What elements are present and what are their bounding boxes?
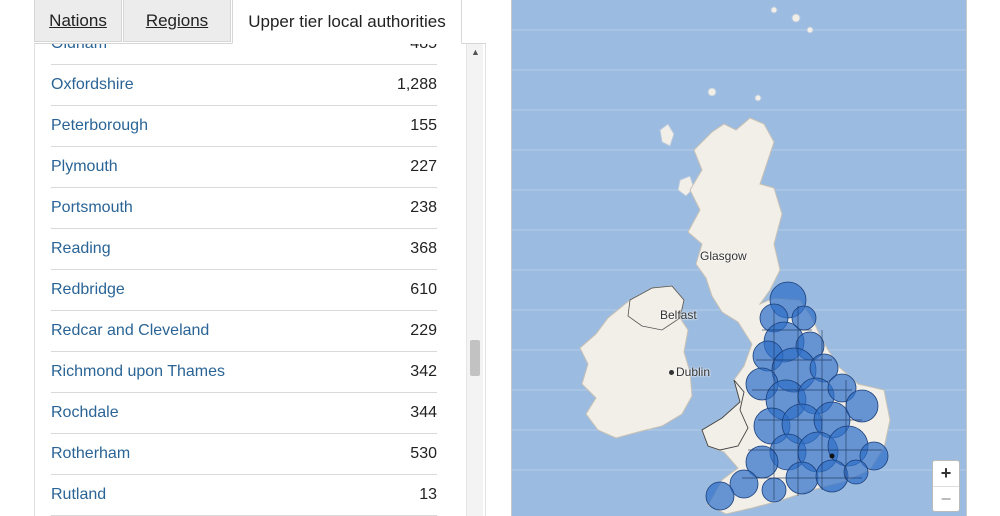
case-count: 229: [410, 322, 437, 339]
case-count: 342: [410, 363, 437, 380]
tab-regions[interactable]: Regions: [123, 0, 231, 42]
authority-name-link[interactable]: Rochdale: [51, 404, 119, 422]
case-count: 485: [410, 44, 437, 53]
table-row[interactable]: Redcar and Cleveland 229: [51, 311, 437, 352]
table-row[interactable]: Peterborough 155: [51, 106, 437, 147]
authority-name-link[interactable]: Reading: [51, 240, 111, 258]
authority-name-link[interactable]: Portsmouth: [51, 199, 133, 217]
table-row[interactable]: Rotherham 530: [51, 434, 437, 475]
zoom-in-button[interactable]: +: [933, 461, 959, 486]
table-row[interactable]: Redbridge 610: [51, 270, 437, 311]
left-panel: Nations Regions Upper tier local authori…: [0, 0, 486, 516]
table-row[interactable]: Portsmouth 238: [51, 188, 437, 229]
case-count: 368: [410, 240, 437, 257]
table-row[interactable]: Richmond upon Thames 342: [51, 352, 437, 393]
authorities-list[interactable]: Oldham 485 Oxfordshire 1,288 Peterborough 155…: [34, 44, 486, 516]
case-count: 610: [410, 281, 437, 298]
authority-name-link[interactable]: Redcar and Cleveland: [51, 322, 209, 340]
table-row[interactable]: Reading 368: [51, 229, 437, 270]
case-count: 155: [410, 117, 437, 134]
authority-name-link[interactable]: Oldham: [51, 44, 107, 53]
table-row[interactable]: Plymouth 227: [51, 147, 437, 188]
case-count: 238: [410, 199, 437, 216]
case-count: 1,288: [396, 76, 437, 93]
table-row[interactable]: Oldham 485: [51, 44, 437, 65]
dublin-dot-icon: [669, 370, 674, 375]
authority-name-link[interactable]: Peterborough: [51, 117, 148, 135]
case-count: 530: [410, 445, 437, 462]
list-scrollbar[interactable]: ▲: [466, 44, 483, 516]
cases-map[interactable]: Glasgow Belfast Dublin: [511, 0, 967, 516]
table-row[interactable]: Rutland 13: [51, 475, 437, 516]
scroll-up-arrow-icon[interactable]: ▲: [467, 44, 484, 60]
zoom-out-button[interactable]: −: [933, 486, 959, 511]
scrollbar-thumb[interactable]: [470, 340, 480, 376]
table-row[interactable]: Oxfordshire 1,288: [51, 65, 437, 106]
tab-nations[interactable]: Nations: [34, 0, 122, 42]
case-count: 13: [419, 486, 437, 503]
authority-name-link[interactable]: Oxfordshire: [51, 76, 134, 94]
authority-name-link[interactable]: Rutland: [51, 486, 106, 504]
authority-name-link[interactable]: Plymouth: [51, 158, 118, 176]
case-count: 344: [410, 404, 437, 421]
map-canvas[interactable]: [512, 0, 967, 516]
case-count: 227: [410, 158, 437, 175]
authority-name-link[interactable]: Rotherham: [51, 445, 130, 463]
page-margin: [968, 0, 1000, 516]
tab-upper-tier-local-authorities[interactable]: Upper tier local authorities: [232, 0, 462, 44]
zoom-control: + −: [932, 460, 960, 512]
table-row[interactable]: Rochdale 344: [51, 393, 437, 434]
tab-bar: Nations Regions Upper tier local authori…: [34, 0, 486, 44]
authority-name-link[interactable]: Richmond upon Thames: [51, 363, 225, 381]
ireland-land: [579, 285, 693, 439]
authority-name-link[interactable]: Redbridge: [51, 281, 125, 299]
